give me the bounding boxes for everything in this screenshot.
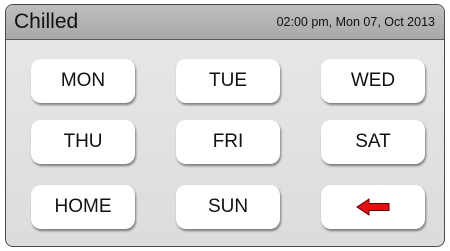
mode-label: Chilled (14, 10, 79, 33)
thu-button[interactable]: THU (31, 120, 135, 164)
tue-button[interactable]: TUE (176, 59, 280, 103)
back-button[interactable] (321, 185, 425, 229)
wed-button[interactable]: WED (321, 59, 425, 103)
home-button[interactable]: HOME (31, 185, 135, 229)
fri-button[interactable]: FRI (176, 120, 280, 164)
sun-button[interactable]: SUN (176, 185, 280, 229)
mon-button[interactable]: MON (31, 59, 135, 103)
sat-button[interactable]: SAT (321, 120, 425, 164)
header-bar: Chilled 02:00 pm, Mon 07, Oct 2013 (6, 5, 444, 40)
thermostat-screen: Chilled 02:00 pm, Mon 07, Oct 2013 MON T… (5, 4, 445, 247)
datetime-label: 02:00 pm, Mon 07, Oct 2013 (276, 15, 435, 29)
left-arrow-icon (356, 198, 390, 216)
